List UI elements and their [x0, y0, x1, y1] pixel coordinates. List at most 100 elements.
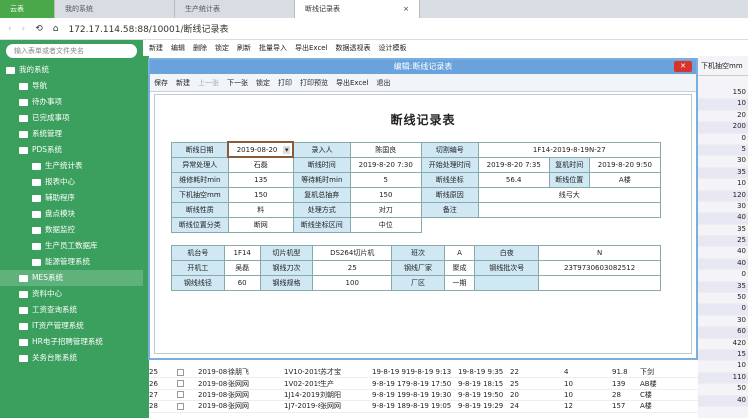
date-value: 2019-08-20 — [236, 145, 278, 154]
grid-cell: 60 — [698, 327, 748, 339]
form-table-main: 断线日期 2019-08-20 ▾ 录入人 陈国良 切割编号 1F14-2019-8-19N… — [171, 141, 662, 233]
tab-break-record[interactable]: 断线记录表 × — [295, 0, 420, 18]
dialog-toolbar-button[interactable]: 退出 — [377, 78, 391, 88]
close-button[interactable]: ✕ — [674, 61, 692, 72]
field-value[interactable]: 陈国良 — [349, 141, 422, 158]
field-value[interactable]: 对刀 — [349, 201, 422, 218]
refresh-icon[interactable]: ⟲ — [35, 24, 43, 34]
field-value[interactable]: 25 — [312, 260, 393, 276]
sidebar-item[interactable]: PDS系统 — [0, 142, 143, 158]
dialog-toolbar-button[interactable]: 上一张 — [198, 78, 219, 88]
field-value[interactable]: 135 — [227, 171, 294, 188]
field-value[interactable]: 一期 — [443, 275, 476, 291]
field-value[interactable]: 100 — [312, 275, 393, 291]
main-toolbar: 新建 编辑 删除 锁定 刷新 批量导入 导出Excel 数据透视表 设计模板 — [143, 40, 748, 56]
sidebar-item[interactable]: IT资产管理系统 — [0, 318, 143, 334]
sidebar-item[interactable]: MES系统 — [0, 270, 143, 286]
row-checkbox[interactable] — [177, 402, 184, 410]
field-label: 下机抽空mm — [171, 186, 229, 203]
field-value[interactable]: N — [538, 245, 661, 261]
toolbar-button[interactable]: 删除 — [193, 43, 207, 53]
field-value[interactable]: 聚成 — [443, 260, 476, 276]
sidebar-item[interactable]: 资料中心 — [0, 286, 143, 302]
sidebar-item[interactable]: 生产员工数据库 — [0, 238, 143, 254]
url-field[interactable]: 172.17.114.58:88/10001/断线记录表 — [68, 22, 228, 35]
sidebar-item-label: 生产统计表 — [45, 161, 83, 170]
table-row[interactable]: 27 2019-08-19张网网 1J14-2019-8刘朝阳 9-8-19 19:2… — [149, 390, 698, 402]
field-value[interactable]: 线弓大 — [477, 186, 662, 203]
tab-production[interactable]: 生产统计表 — [175, 0, 295, 18]
toolbar-button[interactable]: 编辑 — [171, 43, 185, 53]
sidebar-item[interactable]: 数据监控 — [0, 222, 143, 238]
field-value[interactable] — [538, 275, 661, 291]
sidebar-item[interactable]: 生产统计表 — [0, 158, 143, 174]
field-value[interactable]: 2019-8-20 9:50 — [588, 156, 662, 173]
field-value[interactable] — [477, 201, 662, 218]
field-value[interactable]: 56.4 — [477, 171, 550, 188]
field-value[interactable]: DS264切片机 — [312, 245, 393, 261]
dialog-toolbar-button[interactable]: 打印预览 — [300, 78, 328, 88]
sidebar-item[interactable]: 待办事项 — [0, 94, 143, 110]
sidebar-item[interactable]: 工资查询系统 — [0, 302, 143, 318]
field-value[interactable]: 断网 — [227, 216, 294, 233]
field-value[interactable]: 吴磊 — [223, 260, 261, 276]
toolbar-button[interactable]: 刷新 — [237, 43, 251, 53]
sidebar-item[interactable]: 辅助程序 — [0, 190, 143, 206]
chevron-down-icon[interactable]: ▾ — [282, 145, 291, 154]
close-icon[interactable]: × — [403, 0, 409, 18]
sidebar-item[interactable]: 导航 — [0, 78, 143, 94]
tab-my-system[interactable]: 我的系统 — [55, 0, 175, 18]
field-value[interactable]: 2019-8-20 7:30 — [349, 156, 422, 173]
field-value[interactable]: A楼 — [588, 171, 662, 188]
dialog-toolbar-button[interactable]: 锁定 — [256, 78, 270, 88]
forward-icon[interactable]: › — [22, 24, 26, 34]
dialog-toolbar-button[interactable]: 新建 — [176, 78, 190, 88]
sidebar-item[interactable]: 我的系统 — [0, 62, 143, 78]
dialog-toolbar-button[interactable]: 下一张 — [227, 78, 248, 88]
field-value[interactable]: 料 — [227, 201, 294, 218]
field-value[interactable]: 1F14-2019-8-19N-27 — [477, 141, 662, 158]
field-value[interactable]: 150 — [227, 186, 294, 203]
toolbar-button[interactable]: 设计模板 — [379, 43, 407, 53]
tab-brand[interactable]: 云表 — [0, 0, 55, 18]
field-value[interactable]: A — [443, 245, 476, 261]
field-label: 钢线规格 — [259, 275, 314, 291]
field-value[interactable]: 23T9730603082512 — [538, 260, 661, 276]
toolbar-button[interactable]: 批量导入 — [259, 43, 287, 53]
row-checkbox[interactable] — [177, 391, 184, 399]
field-value[interactable]: 1F14 — [223, 245, 261, 261]
table-row[interactable]: 282019-08-19张网网1J7-2019-8-1张网网9-8-19 18:… — [149, 401, 698, 413]
field-value[interactable]: 150 — [349, 186, 422, 203]
dialog-toolbar-button[interactable]: 保存 — [154, 78, 168, 88]
table-row[interactable]: 26 2019-08-19张网网 1V02-2019-8生产 9-8-19 17:40… — [149, 378, 698, 390]
row-checkbox[interactable] — [177, 380, 184, 388]
row-checkbox[interactable] — [177, 368, 184, 376]
toolbar-button[interactable]: 导出Excel — [295, 43, 328, 53]
field-value[interactable]: 中位 — [349, 216, 422, 233]
table-row[interactable]: 25 2019-08-19徐朋飞 1V10-2019-8苏才宝 19-8-19 9:0… — [149, 367, 698, 379]
sidebar-item[interactable]: 能源管理系统 — [0, 254, 143, 270]
field-value[interactable]: 5 — [349, 171, 422, 188]
grid-cell: 25 — [698, 236, 748, 248]
home-icon[interactable]: ⌂ — [53, 24, 59, 34]
date-select[interactable]: 2019-08-20 ▾ — [227, 141, 295, 158]
sidebar-item[interactable]: 系统管理 — [0, 126, 143, 142]
sidebar-item[interactable]: 已完成事项 — [0, 110, 143, 126]
sidebar-search-input[interactable]: 输入表单或者文件夹名 — [6, 44, 137, 58]
sidebar-item[interactable]: 关务台账系统 — [0, 350, 143, 366]
field-value[interactable]: 2019-8-20 7:35 — [477, 156, 550, 173]
back-icon[interactable]: ‹ — [8, 24, 12, 34]
field-value[interactable]: 60 — [223, 275, 261, 291]
sidebar-item[interactable]: HR电子招聘管理系统 — [0, 334, 143, 350]
sidebar-item[interactable]: 报表中心 — [0, 174, 143, 190]
column-header[interactable]: 下机抽空mm — [698, 56, 748, 76]
dialog-toolbar-button[interactable]: 打印 — [278, 78, 292, 88]
sidebar-item[interactable]: 盘点模块 — [0, 206, 143, 222]
toolbar-button[interactable]: 新建 — [149, 43, 163, 53]
dialog-toolbar-button[interactable]: 导出Excel — [336, 78, 369, 88]
folder-icon — [19, 130, 28, 138]
field-value[interactable]: 石磊 — [227, 156, 294, 173]
grid-cell: 徐朋飞 — [228, 368, 249, 377]
toolbar-button[interactable]: 数据透视表 — [336, 43, 371, 53]
toolbar-button[interactable]: 锁定 — [215, 43, 229, 53]
